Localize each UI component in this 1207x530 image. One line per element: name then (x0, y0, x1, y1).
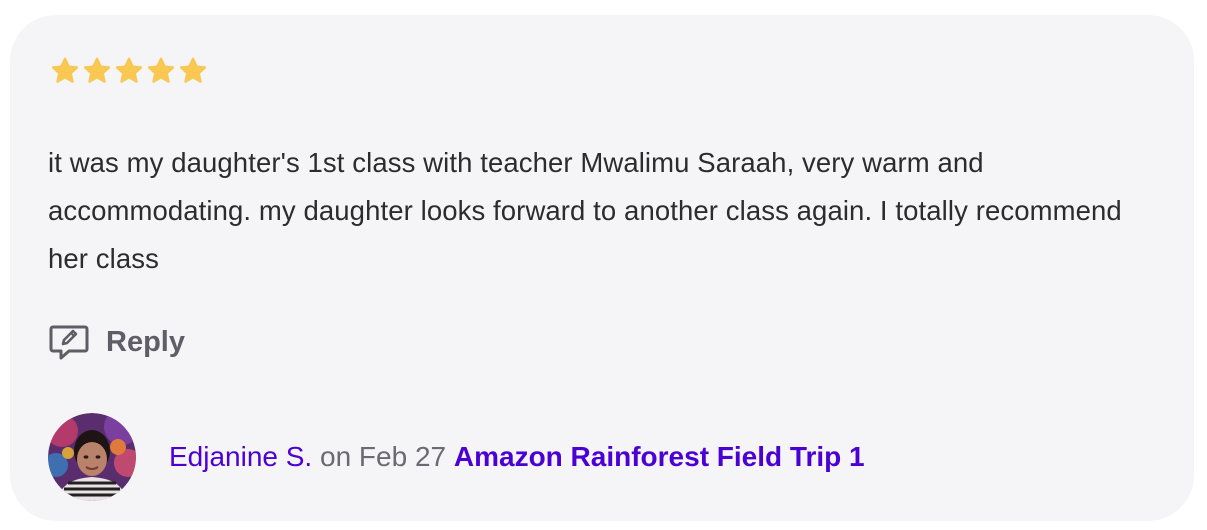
reply-label: Reply (106, 325, 185, 358)
class-title-link[interactable]: Amazon Rainforest Field Trip 1 (454, 441, 865, 472)
star-icon (146, 57, 176, 85)
star-icon (50, 57, 80, 85)
star-icon (82, 57, 112, 85)
author-link[interactable]: Edjanine S. (169, 441, 312, 472)
avatar[interactable] (48, 413, 136, 501)
star-icon (178, 57, 208, 85)
byline: Edjanine S. on Feb 27 Amazon Rainforest … (169, 441, 865, 473)
review-text: it was my daughter's 1st class with teac… (48, 147, 1122, 274)
review-footer: Edjanine S. on Feb 27 Amazon Rainforest … (48, 412, 865, 502)
review-card: it was my daughter's 1st class with teac… (10, 15, 1194, 521)
star-icon (114, 57, 144, 85)
chat-edit-icon (48, 321, 90, 363)
star-rating (50, 57, 208, 85)
review-date: on Feb 27 (312, 441, 454, 472)
reply-button[interactable]: Reply (48, 321, 185, 363)
